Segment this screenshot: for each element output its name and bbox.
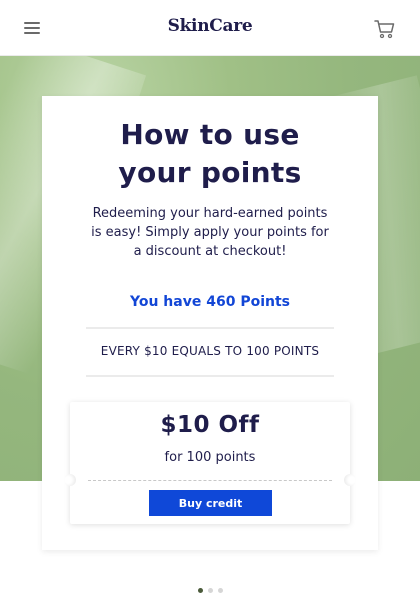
buy-credit-button[interactable]: Buy credit <box>149 490 272 516</box>
carousel-pagination <box>0 578 420 597</box>
coupon-notch <box>344 474 356 486</box>
brand-logo[interactable]: SkinCare <box>0 16 420 36</box>
divider <box>86 375 334 377</box>
coupon-perforation <box>88 480 332 481</box>
carousel-dot-1[interactable] <box>197 588 203 593</box>
top-navigation-bar: SkinCare <box>0 0 420 56</box>
title-line-1: How to use <box>120 118 300 151</box>
title-line-2: your points <box>118 156 302 189</box>
coupon-notch <box>64 474 76 486</box>
points-info-card: How to use your points Redeeming your ha… <box>42 96 378 550</box>
shopping-cart-icon[interactable] <box>373 18 397 40</box>
divider <box>86 327 334 329</box>
page-title: How to use your points <box>42 116 378 192</box>
points-balance: You have 460 Points <box>130 294 290 310</box>
carousel-dot-2[interactable] <box>207 588 213 593</box>
carousel-dot-3[interactable] <box>217 588 223 593</box>
coupon-amount: $10 Off <box>160 412 260 438</box>
coupon-points-cost: for 100 points <box>164 450 256 465</box>
points-description: Redeeming your hard-earned points is eas… <box>91 206 329 259</box>
reward-coupon: $10 Off for 100 points Buy credit <box>64 402 356 524</box>
points-conversion-rate: EVERY $10 EQUALS TO 100 POINTS <box>100 344 320 358</box>
